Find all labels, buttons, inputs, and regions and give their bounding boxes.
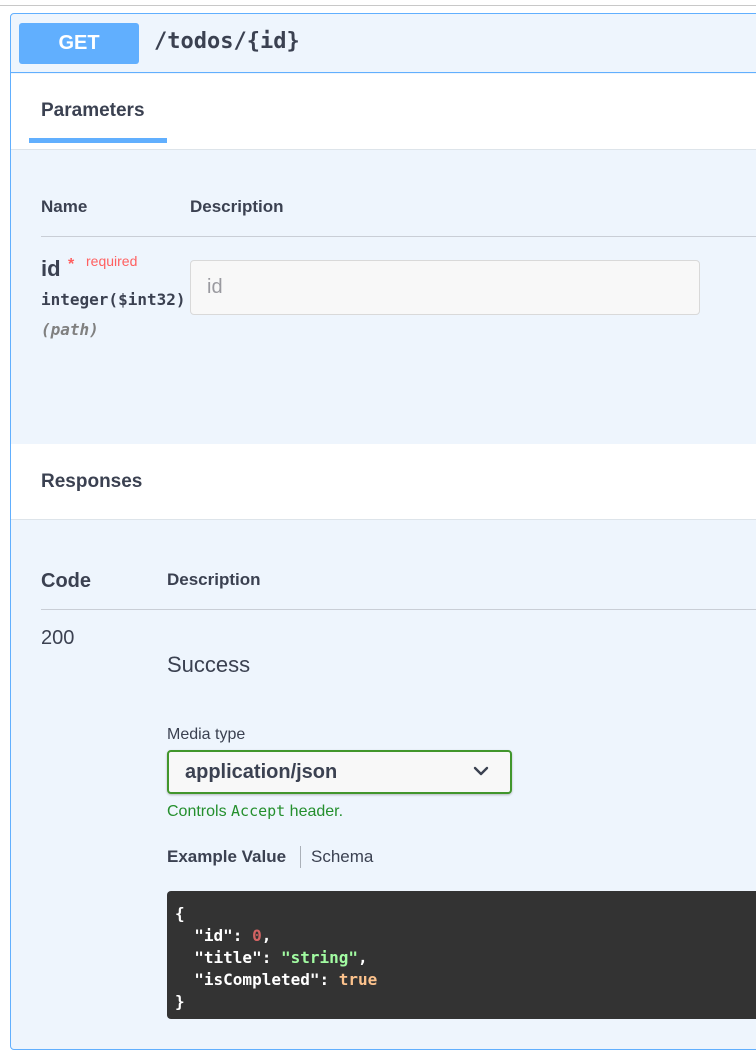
json-value-iscompleted: true — [338, 970, 378, 989]
operation-summary[interactable]: GET /todos/{id} — [11, 14, 756, 73]
media-type-label: Media type — [167, 726, 246, 743]
controls-accept-code: Accept — [231, 802, 286, 820]
chevron-down-icon — [473, 766, 489, 776]
method-badge: GET — [19, 23, 139, 64]
param-id-input[interactable] — [190, 260, 700, 315]
media-type-select[interactable]: application/json — [167, 750, 512, 794]
param-type: integer($int32) — [41, 290, 186, 309]
parameters-header: Parameters — [11, 74, 756, 150]
response-col-description: Description — [167, 570, 261, 589]
operation-path: /todos/{id} — [154, 29, 300, 54]
controls-suffix: header. — [285, 803, 344, 820]
tab-parameters[interactable]: Parameters — [41, 100, 145, 122]
json-key-id: "id" — [194, 926, 233, 945]
tab-example-value[interactable]: Example Value — [167, 847, 286, 867]
param-col-description: Description — [190, 197, 284, 216]
top-divider — [0, 5, 756, 6]
tab-divider — [300, 846, 301, 868]
response-col-code: Code — [41, 570, 91, 592]
json-brace-open: { — [175, 904, 185, 923]
response-code: 200 — [41, 627, 75, 649]
param-name: id — [41, 256, 61, 281]
json-value-title: "string" — [280, 948, 359, 967]
json-key-title: "title" — [194, 948, 262, 967]
json-brace-close: } — [175, 992, 185, 1011]
json-value-id: 0 — [252, 926, 262, 945]
required-star: * — [68, 256, 75, 273]
responses-title: Responses — [41, 471, 143, 492]
required-label: required — [86, 253, 138, 269]
controls-prefix: Controls — [167, 803, 232, 820]
param-col-name: Name — [41, 197, 88, 216]
response-description: Success — [167, 652, 251, 677]
tab-schema[interactable]: Schema — [311, 847, 373, 867]
param-header-divider — [41, 236, 756, 237]
param-location: (path) — [41, 320, 99, 339]
operation-block-get: GET /todos/{id} Parameters Name Descript… — [10, 13, 756, 1050]
controls-accept-hint: Controls Accept header. — [167, 802, 343, 821]
json-key-iscompleted: "isCompleted" — [194, 970, 320, 989]
tab-active-indicator — [29, 138, 167, 143]
responses-header: Responses — [11, 444, 756, 520]
example-value-code[interactable]: { "id": 0, "title": "string", "isComplet… — [167, 891, 756, 1019]
media-type-value: application/json — [185, 761, 338, 783]
response-header-divider — [41, 609, 756, 610]
